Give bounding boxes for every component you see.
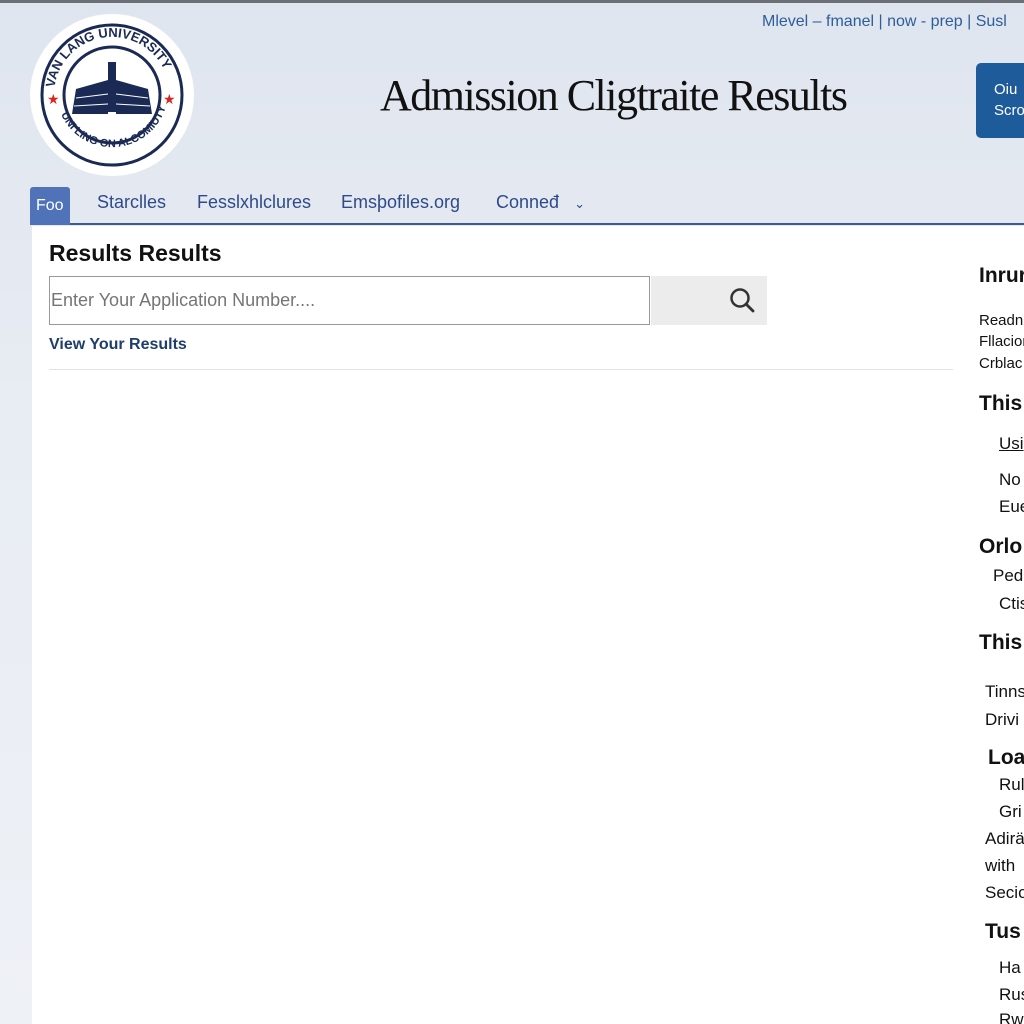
section-heading: Results Results xyxy=(49,240,222,266)
svg-text:★: ★ xyxy=(163,91,176,107)
sidebar-item[interactable]: Gri xyxy=(999,802,1022,822)
application-number-input[interactable] xyxy=(49,276,650,325)
divider xyxy=(49,369,953,370)
view-results-link[interactable]: View Your Results xyxy=(49,336,187,354)
chevron-down-icon: ⌄ xyxy=(574,196,585,211)
search-button[interactable] xyxy=(651,276,767,325)
sidebar-link[interactable]: Usi xyxy=(999,434,1024,454)
sidebar-text: Crblac xyxy=(979,355,1023,372)
sidebar-item[interactable]: Rul xyxy=(999,775,1024,795)
sidebar-heading: This xyxy=(979,631,1023,654)
sidebar-item[interactable]: Eue xyxy=(999,497,1024,517)
page-title: Admission Cligtraite Results xyxy=(380,71,848,120)
nav-item-foo[interactable]: Foo xyxy=(30,187,70,225)
sidebar-item[interactable]: Ctis xyxy=(999,594,1024,614)
sidebar-heading: Tus xyxy=(985,920,1021,943)
header-cta-button[interactable]: Oiu Scro xyxy=(976,63,1024,138)
cta-label-line-2: Scro xyxy=(994,102,1024,119)
cta-label-line-1: Oiu xyxy=(994,81,1018,98)
sidebar-heading: Inrur xyxy=(979,264,1024,287)
sidebar-text: Readn xyxy=(979,312,1024,329)
sidebar-item[interactable]: Ped xyxy=(993,566,1023,586)
sidebar-item: with xyxy=(985,856,1016,875)
sidebar-item[interactable]: Rw xyxy=(999,1010,1024,1024)
university-seal-icon: VAN LANG UNIVERSITY UNI LING ON ALCOMIUT… xyxy=(40,23,184,167)
nav-item-fesslxhlclures[interactable]: Fesslxhlclures xyxy=(197,192,311,213)
svg-text:★: ★ xyxy=(47,91,60,107)
sidebar-item[interactable]: Ha xyxy=(999,958,1021,978)
search-icon xyxy=(730,288,755,313)
sidebar-item[interactable]: No xyxy=(999,470,1021,490)
nav-item-label: Conneđ xyxy=(496,192,560,212)
sidebar-item[interactable]: Rus xyxy=(999,985,1024,1005)
main-nav: Foo Starclles Fesslxhlclures Emsþofiles.… xyxy=(30,186,1024,225)
main-content: Results Results View Your Results xyxy=(32,226,962,1024)
sidebar-heading: Orlo xyxy=(979,535,1023,558)
sidebar-item[interactable]: Tinns xyxy=(985,682,1024,702)
sidebar-item: Secio xyxy=(985,883,1024,902)
nav-item-conned[interactable]: Conneđ ⌄ xyxy=(496,192,585,213)
nav-item-starclles[interactable]: Starclles xyxy=(97,192,166,213)
sidebar-text: Fllacion xyxy=(979,333,1024,350)
window-top-border xyxy=(0,0,1024,3)
sidebar-item: Adirä xyxy=(985,829,1024,848)
nav-item-emsbofiles[interactable]: Emsþofiles.org xyxy=(341,192,460,213)
sidebar-heading: Loa xyxy=(988,746,1024,769)
sidebar-heading: This xyxy=(979,392,1023,415)
sidebar-item[interactable]: Drivi xyxy=(985,710,1019,730)
utility-links[interactable]: Mlevel – fmanel | now - prep | Susl xyxy=(762,13,1007,31)
right-sidebar: Inrur Readn Fllacion Crblac This Usi No … xyxy=(962,226,1024,1024)
university-logo[interactable]: VAN LANG UNIVERSITY UNI LING ON ALCOMIUT… xyxy=(30,14,194,176)
